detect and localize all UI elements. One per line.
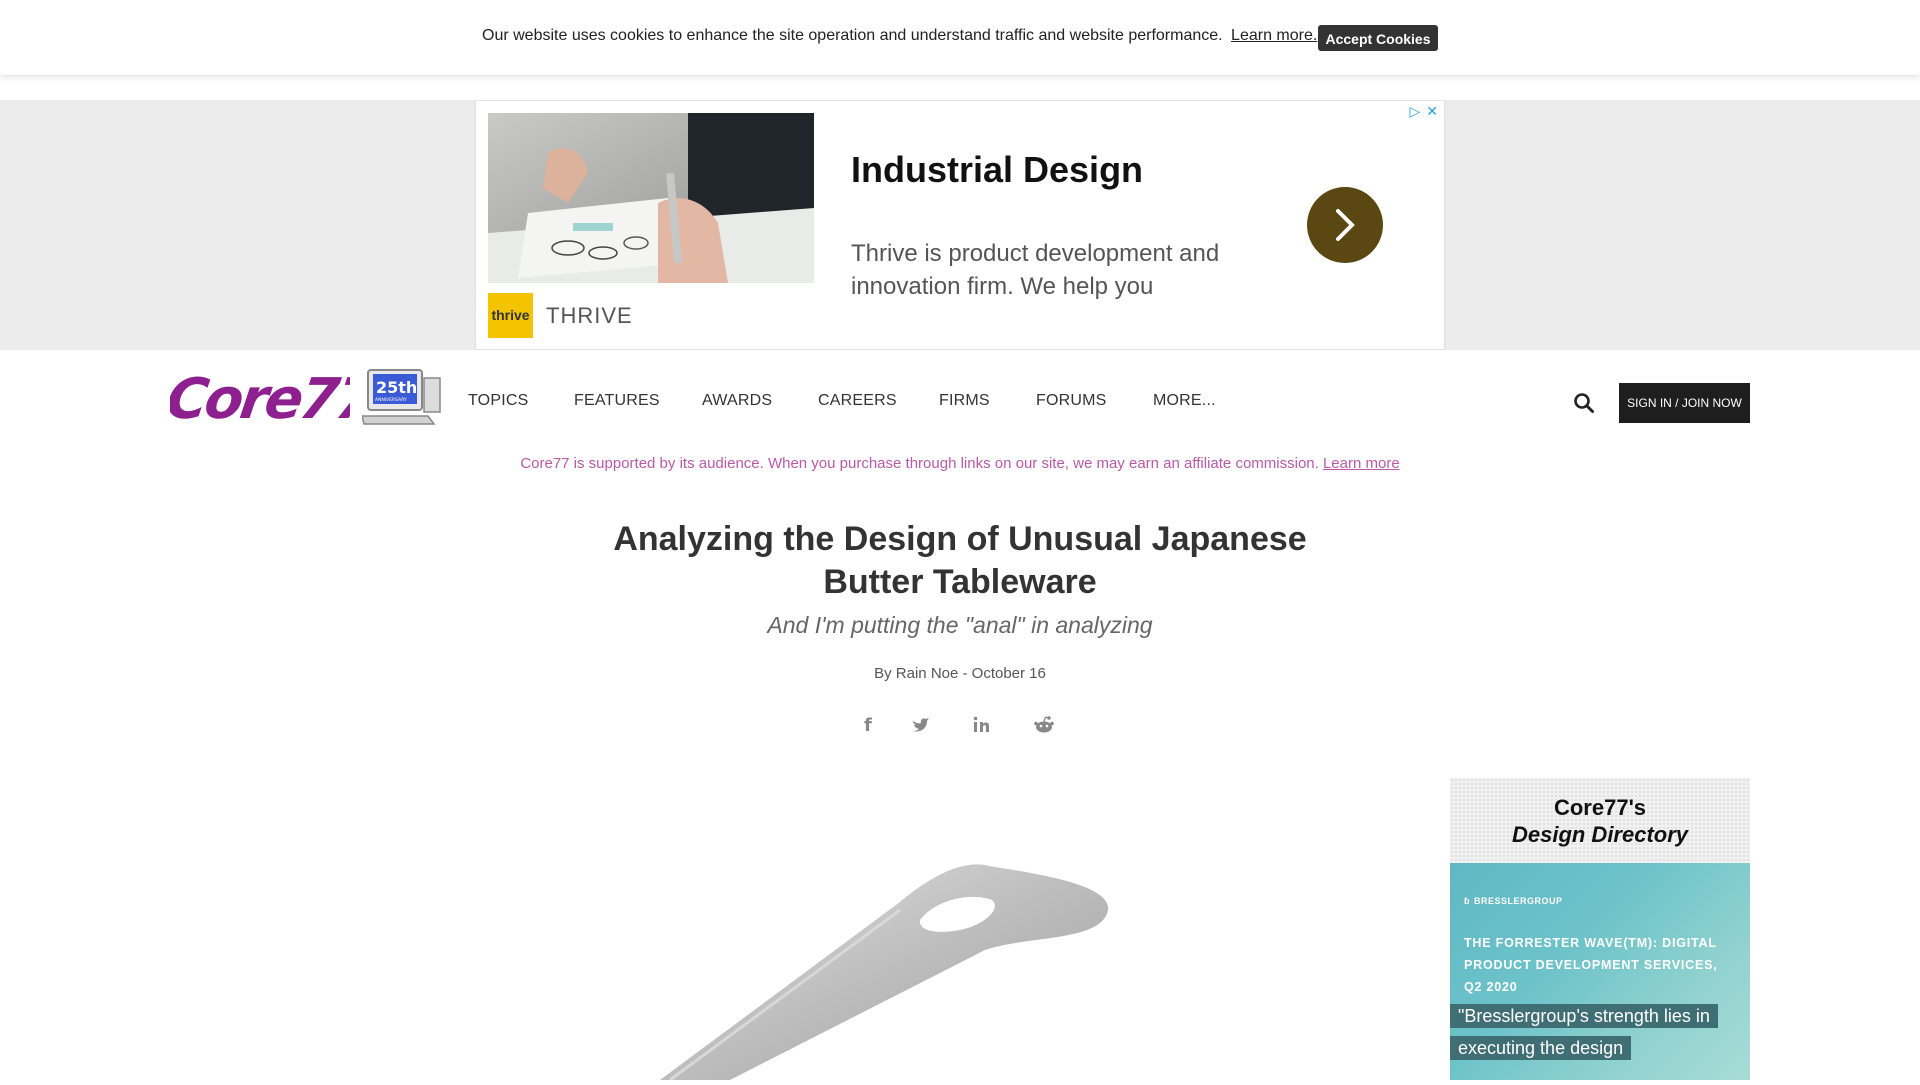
core77-logo[interactable]: Core77 [162,364,380,439]
svg-text:f: f [864,715,872,736]
directory-header: Core77's Design Directory [1450,778,1750,863]
chevron-right-icon [1336,209,1355,241]
nav-firms[interactable]: FIRMS [939,392,990,410]
anniversary-number: 25th [376,378,417,397]
affiliate-learn-more-link[interactable]: Learn more [1323,455,1400,472]
linkedin-icon[interactable] [972,713,992,742]
nav-more[interactable]: MORE... [1153,392,1216,410]
directory-title-line1: Core77's [1553,795,1647,820]
directory-ad[interactable]: ɓ BRESSLERGROUP THE FORRESTER WAVE(TM): D… [1450,863,1750,1080]
directory-ad-heading: THE FORRESTER WAVE(TM): DIGITAL PRODUCT … [1464,936,1718,994]
anniversary-sub: ANNIVERSARY [375,397,407,403]
bresslergroup-icon: ɓ [1464,896,1470,906]
top-ad-band: ▷ ✕ thrive THRIVE Industrial Design Thri… [0,100,1920,350]
ad-headline[interactable]: Industrial Design [851,149,1143,191]
sign-in-join-button[interactable]: SIGN IN / JOIN NOW [1619,383,1750,423]
article-title: Analyzing the Design of Unusual Japanese… [613,520,1307,601]
directory-title-line2: Design Directory [1511,822,1689,847]
nav-topics[interactable]: TOPICS [468,392,528,410]
affiliate-disclosure: Core77 is supported by its audience. Whe… [0,455,1920,472]
search-icon[interactable] [1573,392,1595,419]
ad-brand-logo[interactable]: thrive [488,293,533,338]
nav-features[interactable]: FEATURES [574,392,660,410]
article-hero-image [600,850,1140,1085]
display-ad[interactable]: ▷ ✕ thrive THRIVE Industrial Design Thri… [475,100,1445,350]
article-subtitle: And I'm putting the "anal" in analyzing [767,612,1153,638]
close-icon[interactable]: ✕ [1426,103,1438,119]
cookie-message: Our website uses cookies to enhance the … [482,27,1317,45]
svg-text:Core77: Core77 [170,367,350,432]
anniversary-badge[interactable]: 25th ANNIVERSARY [361,368,442,431]
ad-choices: ▷ ✕ [1403,103,1438,120]
twitter-icon[interactable] [911,713,931,742]
affiliate-text: Core77 is supported by its audience. Whe… [520,455,1319,472]
directory-ad-quote: "Bresslergroup's strength lies in execut… [1450,1000,1718,1064]
nav-careers[interactable]: CAREERS [818,392,897,410]
cookie-learn-more-link[interactable]: Learn more. [1231,27,1317,44]
ad-photo[interactable] [488,113,814,283]
article-byline: By Rain Noe - October 16 [874,665,1046,682]
bresslergroup-logo: ɓ BRESSLERGROUP [1464,896,1563,906]
quote-line-1: "Bresslergroup's strength lies in [1450,1004,1718,1028]
cookie-banner: Our website uses cookies to enhance the … [0,0,1920,75]
facebook-icon[interactable]: f [862,713,876,742]
nav-forums[interactable]: FORUMS [1036,392,1107,410]
adchoices-icon[interactable]: ▷ [1409,103,1420,119]
nav-awards[interactable]: AWARDS [702,392,772,410]
cookie-message-text: Our website uses cookies to enhance the … [482,27,1223,44]
reddit-icon[interactable] [1033,713,1055,742]
ad-go-button[interactable] [1307,187,1383,263]
accept-cookies-button[interactable]: Accept Cookies [1318,25,1438,51]
bresslergroup-logo-text: BRESSLERGROUP [1474,896,1563,906]
ad-body-text[interactable]: Thrive is product development and innova… [851,237,1271,303]
quote-line-2: executing the design [1450,1036,1632,1060]
ad-brand-name[interactable]: THRIVE [546,303,633,329]
design-directory-widget[interactable]: Core77's Design Directory ɓ BRESSLERGROUP… [1450,778,1750,1080]
